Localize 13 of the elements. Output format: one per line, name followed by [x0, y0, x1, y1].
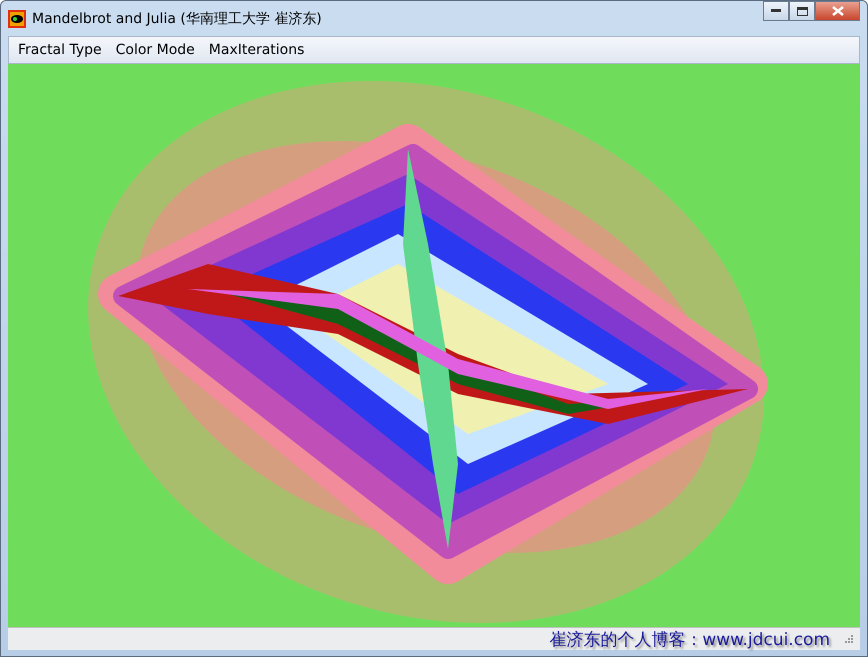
close-button[interactable]: [815, 1, 860, 21]
window-title: Mandelbrot and Julia (华南理工大学 崔济东): [32, 10, 323, 28]
maximize-button[interactable]: [789, 1, 815, 21]
menu-item[interactable]: Color Mode: [108, 40, 202, 60]
maximize-icon: [796, 6, 808, 16]
menu-item[interactable]: Fractal Type: [11, 40, 109, 60]
menu-item[interactable]: MaxIterations: [202, 40, 312, 60]
minimize-button[interactable]: [763, 1, 789, 21]
close-icon: [832, 6, 844, 16]
fractal-app-icon: [8, 10, 26, 28]
status-text: 崔济东的个人博客：www.jdcui.com: [549, 628, 830, 650]
resize-grip-icon: [844, 634, 854, 644]
minimize-icon: [771, 9, 781, 13]
